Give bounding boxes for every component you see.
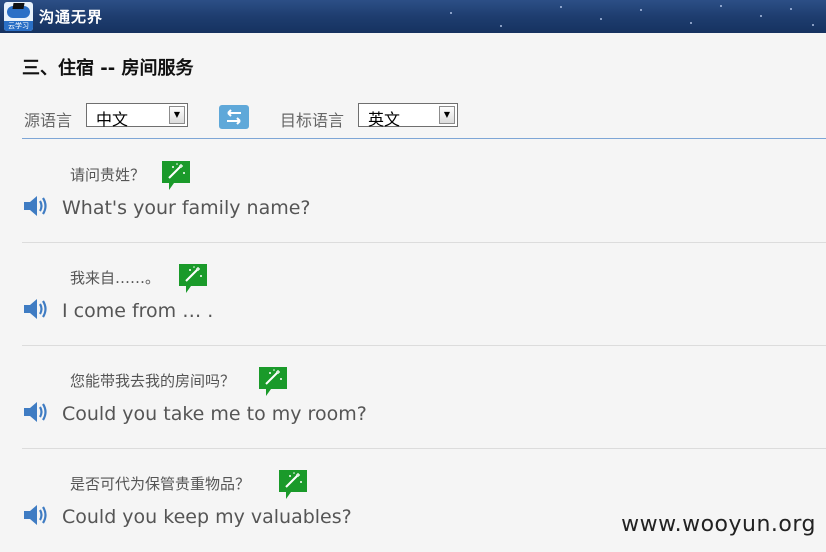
phrase-english: Could you take me to my room? xyxy=(62,403,367,425)
watermark: www.wooyun.org xyxy=(621,512,816,537)
target-language-label: 目标语言 xyxy=(280,111,345,130)
title-bar: 云学习 沟通无界 xyxy=(0,0,826,33)
phrase-chinese: 是否可代为保管贵重物品？ xyxy=(70,475,251,493)
phrase-chinese: 我来自……。 xyxy=(70,269,161,287)
source-language-value: 中文 xyxy=(96,110,129,129)
phrase-item: 我来自……。 I come from … . xyxy=(22,243,826,346)
magic-wand-bubble-icon[interactable] xyxy=(258,366,288,397)
section-title: 三、住宿 -- 房间服务 xyxy=(22,58,194,79)
phrase-item: 您能带我去我的房间吗？ Could you take me to my room… xyxy=(22,346,826,449)
source-language-select[interactable]: 中文 ▼ xyxy=(86,103,188,129)
phrase-chinese: 您能带我去我的房间吗？ xyxy=(70,372,236,390)
magic-wand-bubble-icon[interactable] xyxy=(178,263,208,294)
magic-wand-bubble-icon[interactable] xyxy=(278,469,308,500)
app-title: 沟通无界 xyxy=(39,8,104,26)
chevron-down-icon[interactable]: ▼ xyxy=(169,106,185,124)
phrase-english: Could you keep my valuables? xyxy=(62,506,352,528)
app-logo-text: 云学习 xyxy=(4,21,33,31)
speaker-icon[interactable] xyxy=(22,193,50,219)
chevron-down-icon[interactable]: ▼ xyxy=(439,106,455,124)
source-language-label: 源语言 xyxy=(24,111,73,130)
speaker-icon[interactable] xyxy=(22,502,50,528)
phrase-english: What's your family name? xyxy=(62,197,311,219)
phrase-item: 请问贵姓？ What's your family name? xyxy=(22,140,826,243)
magic-wand-bubble-icon[interactable] xyxy=(161,160,191,191)
target-language-value: 英文 xyxy=(368,110,401,129)
speaker-icon[interactable] xyxy=(22,296,50,322)
phrase-chinese: 请问贵姓？ xyxy=(70,166,146,184)
app-logo: 云学习 xyxy=(4,2,33,31)
speaker-icon[interactable] xyxy=(22,399,50,425)
phrase-english: I come from … . xyxy=(62,300,214,322)
language-selector-row: 源语言 中文 ▼ 目标语言 英文 ▼ xyxy=(24,101,824,131)
starfield-decoration xyxy=(0,0,826,33)
header-divider xyxy=(22,138,826,139)
swap-arrows-icon xyxy=(227,109,241,125)
target-language-select[interactable]: 英文 ▼ xyxy=(358,103,458,129)
swap-languages-button[interactable] xyxy=(219,105,249,129)
